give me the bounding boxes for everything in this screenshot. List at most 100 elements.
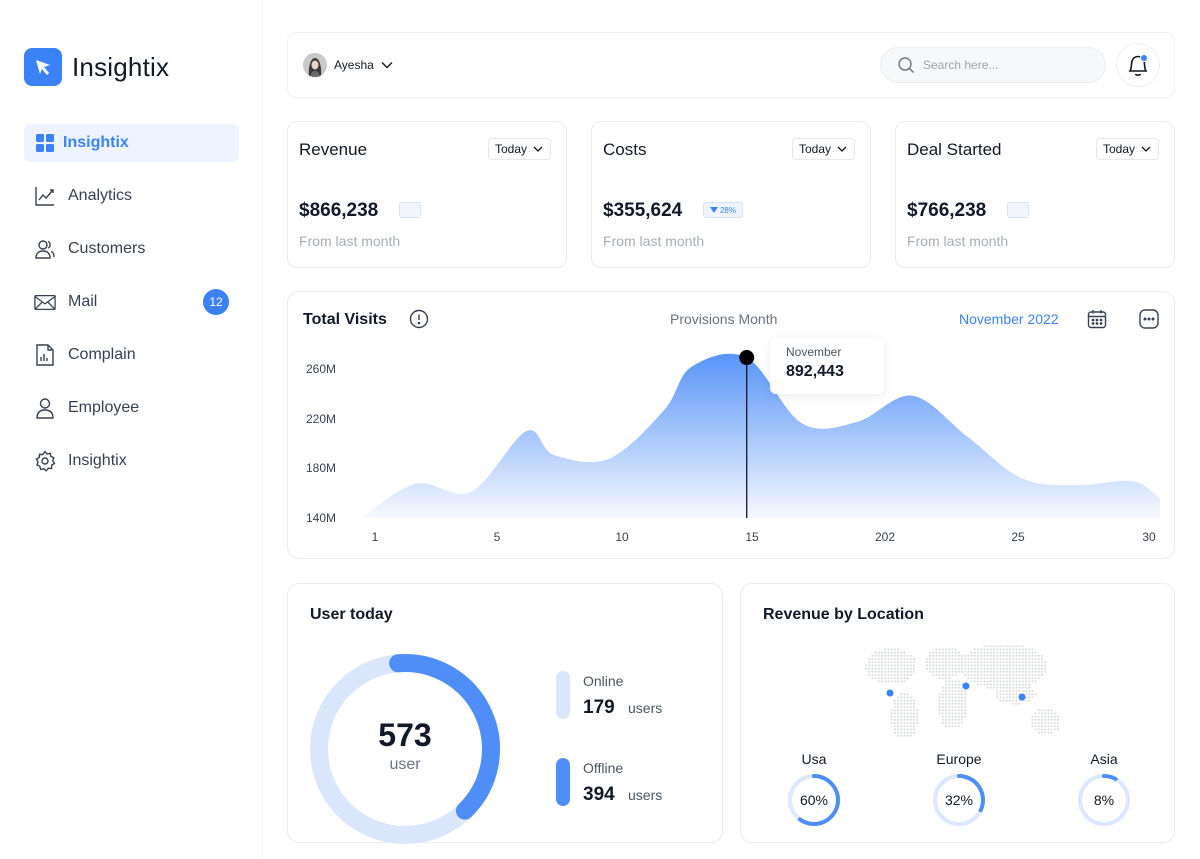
total-visits-card: 260M 220M 180M 140M 1 5 10 15 202 25 30 Total Visi… [287, 291, 1175, 559]
online-label: Online [583, 673, 624, 689]
chevron-down-icon [533, 146, 543, 152]
region-name: Usa [801, 751, 827, 767]
stat-note: From last month [299, 233, 401, 249]
offline-label: Offline [583, 760, 624, 776]
stat-title: Costs [603, 140, 647, 159]
dropdown-value: Today [1102, 142, 1135, 156]
sidebar-item-label: Employee [68, 399, 140, 416]
sidebar-item-complain[interactable]: Complain [24, 336, 239, 374]
sidebar: Insightix Insightix Analytics Customers … [0, 0, 263, 859]
revenue-by-location-card: Revenue by Location Usa 60% Europe 32% A… [740, 583, 1175, 843]
x-tick-label: 1 [372, 530, 379, 544]
chart-line-icon [34, 185, 56, 207]
topbar: Ayesha [287, 32, 1175, 98]
search-input[interactable] [923, 58, 1093, 72]
region-name: Europe [936, 751, 982, 767]
user-today-card: User today 573 user Online 179 users Off… [287, 583, 723, 844]
region-percent: 8% [1093, 792, 1115, 808]
online-value: 179 [583, 697, 615, 718]
sidebar-item-label: Insightix [63, 134, 129, 151]
change-chip [399, 202, 421, 218]
cursor-logo-icon [24, 48, 62, 86]
period-dropdown[interactable]: Today [791, 138, 855, 160]
avatar [303, 53, 327, 77]
sidebar-item-label: Insightix [68, 452, 127, 469]
mail-count-badge: 12 [203, 289, 229, 315]
chevron-down-icon [381, 62, 393, 69]
stat-card-costs: Costs Today $355,624 28% From last month [591, 121, 871, 268]
info-icon[interactable] [409, 309, 429, 329]
chart-subtitle: Provisions Month [670, 311, 778, 327]
mail-icon [34, 291, 56, 313]
sidebar-item-insightix[interactable]: Insightix [24, 124, 239, 162]
app-title: Insightix [72, 51, 170, 82]
sidebar-item-label: Customers [68, 240, 146, 257]
user-menu[interactable]: Ayesha [303, 53, 394, 77]
visits-area [361, 353, 1160, 518]
x-tick-label: 202 [875, 530, 895, 544]
card-title: Total Visits [303, 311, 387, 328]
sidebar-item-employee[interactable]: Employee [24, 389, 239, 427]
x-tick-label: 25 [1011, 530, 1025, 544]
logo[interactable]: Insightix [24, 48, 169, 86]
sidebar-nav: Insightix Analytics Customers Mail 12 Co… [24, 124, 239, 495]
card-title: Revenue by Location [763, 606, 924, 623]
period-dropdown[interactable]: Today [1095, 138, 1159, 160]
y-tick-label: 140M [306, 511, 336, 525]
dropdown-value: Today [494, 142, 527, 156]
period-dropdown[interactable]: Today [487, 138, 551, 160]
location-marker[interactable] [1018, 693, 1026, 701]
online-legend-bar [556, 671, 570, 719]
y-tick-label: 180M [306, 461, 336, 475]
triangle-down-icon [709, 207, 718, 213]
stat-value: $866,238 [299, 200, 379, 221]
calendar-icon[interactable] [1086, 308, 1108, 330]
document-icon [34, 344, 56, 366]
sidebar-item-mail[interactable]: Mail 12 [24, 283, 239, 321]
ring-progress [1102, 774, 1118, 781]
offline-legend-bar [556, 758, 570, 806]
stat-value: $766,238 [907, 200, 987, 221]
notification-button[interactable] [1116, 43, 1160, 87]
region-percent: 60% [799, 792, 829, 808]
y-tick-label: 260M [306, 362, 336, 376]
region-percent: 32% [944, 792, 974, 808]
stat-card-revenue: Revenue Today $866,238 From last month [287, 121, 567, 268]
stat-card-deal-started: Deal Started Today $766,238 From last mo… [895, 121, 1175, 268]
change-chip [1007, 202, 1029, 218]
x-tick-label: 15 [745, 530, 759, 544]
region-name: Asia [1090, 751, 1118, 767]
sidebar-item-customers[interactable]: Customers [24, 230, 239, 268]
bell-icon [1128, 54, 1148, 76]
sidebar-item-label: Mail [68, 293, 98, 310]
sidebar-item-label: Complain [68, 346, 136, 363]
more-options-icon[interactable] [1138, 308, 1160, 330]
card-title: User today [310, 606, 393, 623]
location-marker[interactable] [962, 682, 970, 690]
chart-tooltip: November 892,443 [770, 338, 884, 394]
sidebar-item-analytics[interactable]: Analytics [24, 177, 239, 215]
y-tick-label: 220M [306, 412, 336, 426]
user-icon [34, 397, 56, 419]
chevron-down-icon [1141, 146, 1151, 152]
location-marker[interactable] [886, 689, 894, 697]
total-users-unit: user [389, 755, 421, 773]
donut-center: 573 user [310, 654, 500, 844]
x-tick-label: 5 [494, 530, 501, 544]
user-name: Ayesha [334, 58, 374, 72]
sidebar-item-settings[interactable]: Insightix [24, 442, 239, 480]
stat-value: $355,624 [603, 200, 683, 221]
users-icon [34, 238, 56, 260]
month-selector[interactable]: November 2022 [959, 311, 1059, 327]
online-unit: users [628, 700, 663, 716]
gear-icon [34, 450, 56, 472]
x-tick-label: 30 [1142, 530, 1156, 544]
tooltip-label: November [786, 345, 842, 359]
sidebar-item-label: Analytics [68, 187, 133, 204]
search-box [880, 47, 1106, 83]
total-users: 573 [378, 716, 432, 753]
highlight-point[interactable] [739, 350, 755, 366]
tooltip-value: 892,443 [786, 363, 844, 380]
stat-note: From last month [907, 233, 1009, 249]
world-map-icon [865, 645, 1059, 737]
